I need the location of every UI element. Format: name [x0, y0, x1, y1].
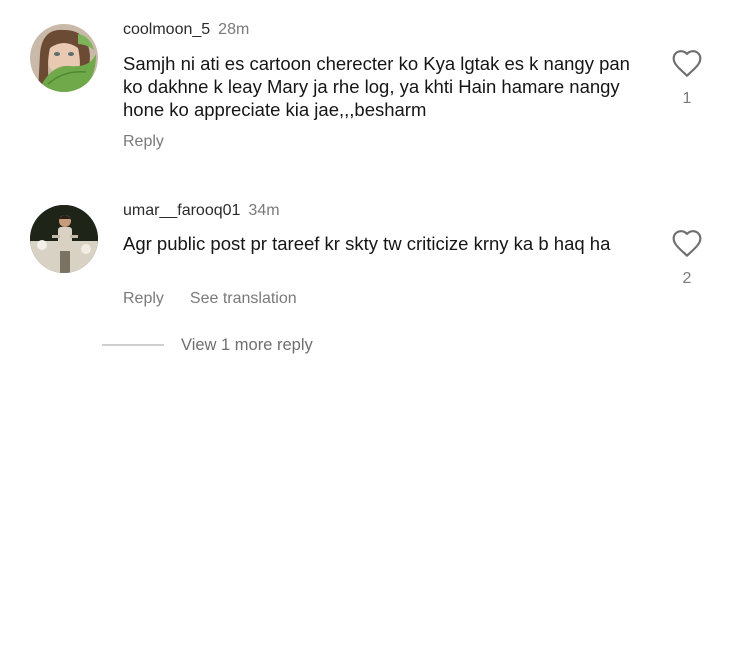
comment-text: Agr public post pr tareef kr skty tw cri… — [123, 233, 611, 254]
avatar-image — [30, 24, 98, 92]
replies-divider-line — [102, 344, 164, 346]
username[interactable]: umar__farooq01 — [123, 202, 240, 219]
comment-text: Samjh ni ati es cartoon cherecter ko Kya… — [123, 53, 630, 120]
comment-actions: Reply See translation — [123, 289, 297, 309]
comment-actions: Reply — [123, 132, 164, 152]
heart-outline-icon[interactable] — [671, 228, 703, 258]
timestamp: 34m — [248, 202, 280, 219]
like-count: 1 — [682, 90, 692, 107]
username[interactable]: coolmoon_5 — [123, 21, 210, 38]
avatar-image — [30, 205, 98, 273]
comment-item: coolmoon_5 28m Samjh ni ati es cartoon ch… — [0, 0, 740, 170]
avatar[interactable] — [30, 205, 98, 273]
like-control: 2 — [670, 228, 704, 288]
view-more-replies-label[interactable]: View 1 more reply — [181, 334, 313, 356]
timestamp: 28m — [218, 21, 250, 38]
like-count: 2 — [682, 270, 692, 287]
like-control: 1 — [670, 48, 704, 108]
comment-meta: coolmoon_5 28m — [123, 20, 249, 40]
reply-button[interactable]: Reply — [123, 133, 164, 150]
heart-outline-icon[interactable] — [671, 48, 703, 78]
comment-item: umar__farooq01 34m Agr public post pr tar… — [0, 190, 740, 320]
reply-button[interactable]: Reply — [123, 290, 164, 307]
avatar[interactable] — [30, 24, 98, 92]
comment-meta: umar__farooq01 34m — [123, 201, 280, 221]
see-translation-button[interactable]: See translation — [190, 290, 297, 307]
